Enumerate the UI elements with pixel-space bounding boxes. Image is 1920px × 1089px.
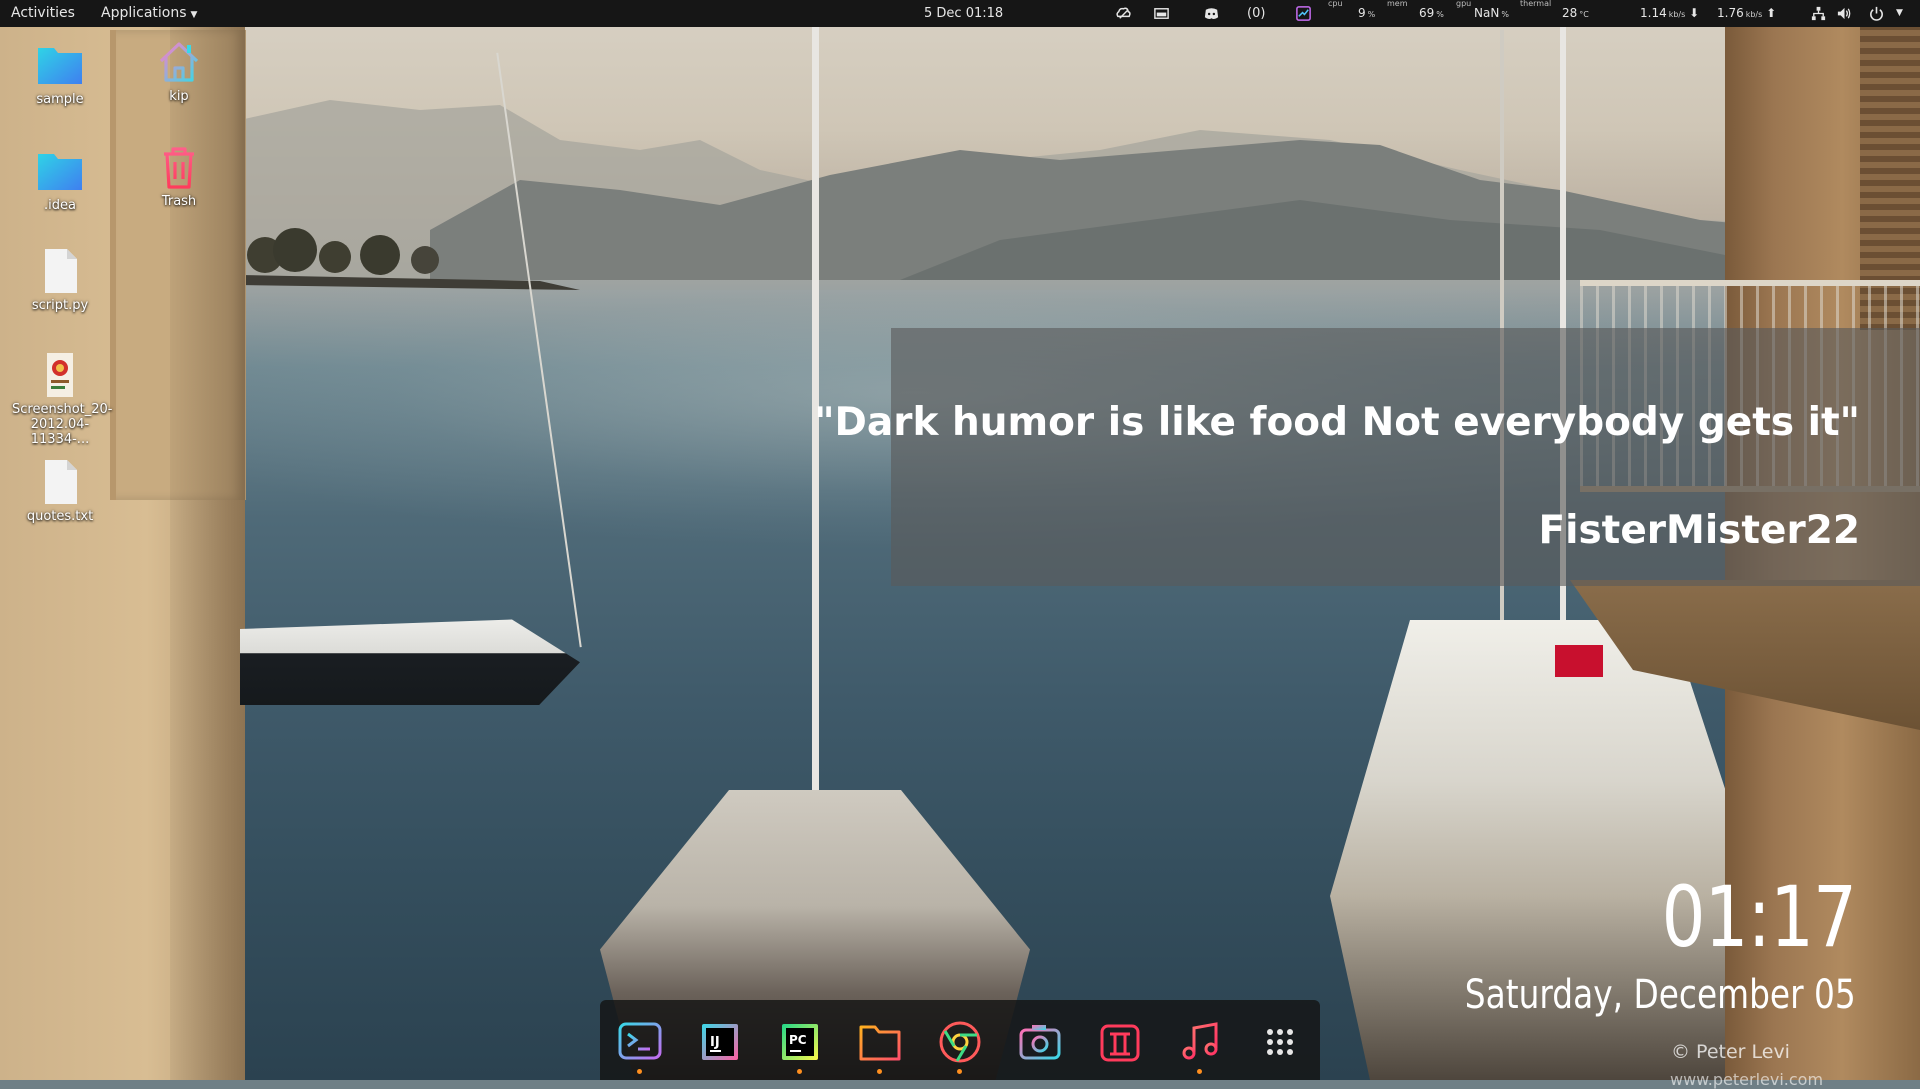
intellij-icon: IJ xyxy=(702,1024,738,1060)
chart-icon[interactable] xyxy=(1295,5,1312,22)
activities-button[interactable]: Activities xyxy=(11,0,75,27)
pycharm-icon: PC xyxy=(782,1024,818,1060)
desktop-icon-label: quotes.txt xyxy=(26,509,94,524)
running-indicator xyxy=(877,1069,882,1074)
desktop-icon-quotes-txt[interactable]: quotes.txt xyxy=(12,457,108,524)
desktop-icon-sample[interactable]: sample xyxy=(12,40,108,107)
desktop-icon-label-line: 2012.04-11334-... xyxy=(30,417,90,447)
cpu-unit: % xyxy=(1367,10,1376,19)
cpu-caption: cpu xyxy=(1328,0,1343,8)
volume-icon[interactable] xyxy=(1836,5,1853,22)
running-indicator xyxy=(797,1069,802,1074)
quote-author: FisterMister22 xyxy=(1538,508,1860,553)
wallpaper-mast-center xyxy=(812,27,819,897)
running-indicator xyxy=(1197,1069,1202,1074)
folder-icon xyxy=(859,1025,901,1061)
terminal-icon xyxy=(618,1022,662,1060)
home-icon xyxy=(159,42,199,82)
desktop-icon-label: Trash xyxy=(161,194,197,209)
quote-text: "Dark humor is like food Not everybody g… xyxy=(814,400,1860,445)
file-icon xyxy=(45,249,77,293)
chrome-icon xyxy=(939,1021,981,1063)
dock-item-anydo[interactable] xyxy=(1094,1018,1146,1070)
discord-icon[interactable] xyxy=(1203,5,1220,22)
chevron-down-icon: ▼ xyxy=(190,10,198,20)
arrow-up-icon: ⬆ xyxy=(1766,6,1777,20)
image-file-icon xyxy=(47,353,73,397)
dock-item-show-apps[interactable] xyxy=(1254,1018,1306,1070)
desktop-icon-label: kip xyxy=(169,89,189,104)
power-icon[interactable] xyxy=(1868,5,1885,22)
dock-item-pycharm[interactable]: PC xyxy=(774,1018,826,1074)
dock-item-intellij[interactable]: IJ xyxy=(694,1018,746,1070)
download-unit: kb/s xyxy=(1668,10,1686,19)
applications-menu-label: Applications xyxy=(101,5,187,21)
system-menu-chevron-down-icon[interactable]: ▼ xyxy=(1896,0,1903,27)
camera-icon xyxy=(1019,1025,1061,1060)
desktop-icon-label: .idea xyxy=(44,198,76,213)
weather-icon[interactable] xyxy=(1115,5,1132,22)
dock-item-files[interactable] xyxy=(854,1018,906,1074)
desktop-clock-time: 01:17 xyxy=(1661,868,1857,966)
desktop-clock-date: Saturday, December 05 xyxy=(1465,972,1856,1018)
dock-item-screenshot[interactable] xyxy=(1014,1018,1066,1070)
thermal-value: 28 xyxy=(1562,6,1578,20)
upload-unit: kb/s xyxy=(1745,10,1763,19)
wallpaper-credit: © Peter Levi xyxy=(1671,1041,1790,1063)
grid-icon xyxy=(1267,1029,1293,1055)
trash-icon xyxy=(164,147,194,189)
svg-text:PC: PC xyxy=(789,1033,807,1047)
dock: IJ PC xyxy=(600,1000,1320,1080)
dock-item-chrome[interactable] xyxy=(934,1018,986,1074)
mem-caption: mem xyxy=(1387,0,1408,8)
applications-menu[interactable]: Applications ▼ xyxy=(101,0,197,27)
app-icon xyxy=(1100,1024,1140,1062)
folder-icon xyxy=(38,154,82,190)
cpu-value: 9 xyxy=(1358,6,1366,20)
notifications-count[interactable]: (0) xyxy=(1247,0,1265,27)
folder-icon xyxy=(38,48,82,84)
mem-value: 69 xyxy=(1419,6,1435,20)
svg-text:IJ: IJ xyxy=(710,1035,720,1050)
top-panel: Activities Applications ▼ 5 Dec 01:18 (0)… xyxy=(0,0,1920,27)
upload-value: 1.76 xyxy=(1717,6,1744,20)
topbar-clock[interactable]: 5 Dec 01:18 xyxy=(924,0,1003,27)
desktop-icon-label: Screenshot_20- 2012.04-11334-... xyxy=(12,402,113,447)
mem-unit: % xyxy=(1436,10,1444,19)
desktop-icon-script-py[interactable]: script.py xyxy=(12,246,108,313)
gpu-value: NaN xyxy=(1474,6,1500,20)
thermal-unit: °C xyxy=(1579,10,1589,19)
thermal-caption: thermal xyxy=(1520,0,1552,8)
desktop-icon-idea[interactable]: .idea xyxy=(12,146,108,213)
desktop-icon-screenshot[interactable]: Screenshot_20- 2012.04-11334-... xyxy=(12,350,113,447)
dock-item-music[interactable] xyxy=(1174,1018,1226,1074)
desktop-icon-trash[interactable]: Trash xyxy=(131,142,227,209)
arrow-down-icon: ⬇ xyxy=(1689,6,1700,20)
running-indicator xyxy=(957,1069,962,1074)
music-icon xyxy=(1182,1022,1218,1060)
screen-icon[interactable] xyxy=(1153,5,1170,22)
gpu-unit: % xyxy=(1501,10,1509,19)
gpu-caption: gpu xyxy=(1456,0,1472,8)
desktop-icon-label: sample xyxy=(36,92,84,107)
desktop-icon-kip[interactable]: kip xyxy=(131,37,227,104)
desktop-icon-label-line: Screenshot_20- xyxy=(12,402,113,417)
file-icon xyxy=(45,460,77,504)
download-value: 1.14 xyxy=(1640,6,1667,20)
desktop-icon-label: script.py xyxy=(31,298,89,313)
wallpaper-red-flag xyxy=(1555,645,1603,677)
running-indicator xyxy=(637,1069,642,1074)
dock-item-terminal[interactable] xyxy=(614,1018,666,1074)
network-icon[interactable] xyxy=(1810,5,1827,22)
